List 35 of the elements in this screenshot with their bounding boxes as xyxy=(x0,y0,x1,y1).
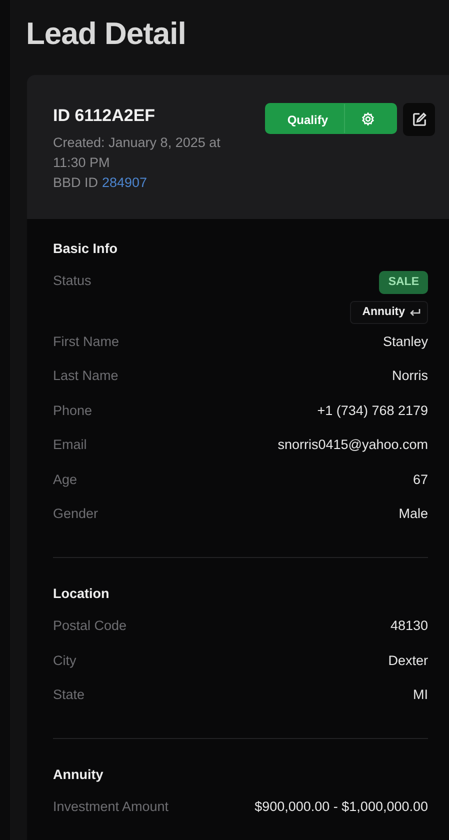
field-value: 48130 xyxy=(390,617,428,635)
qualify-button[interactable]: Qualify xyxy=(265,103,397,134)
field-value: Norris xyxy=(392,367,428,386)
return-icon xyxy=(409,308,421,318)
section-title: Location xyxy=(53,584,110,603)
field-value: MI xyxy=(413,686,428,704)
field-label: Phone xyxy=(53,402,92,420)
field-value: 67 xyxy=(412,470,428,489)
bbd-id-link[interactable]: 284907 xyxy=(102,174,148,190)
field-label: Email xyxy=(53,436,87,454)
field-value: $900,000.00 - $1,000,000.00 xyxy=(254,798,428,816)
section-title: Annuity xyxy=(53,766,104,784)
field-value: snorris0415@yahoo.com xyxy=(278,436,428,454)
field-label: Gender xyxy=(53,505,98,524)
field-label: State xyxy=(53,686,85,704)
field-label: Investment Amount xyxy=(53,798,169,816)
bbd-id-text: BBD ID 284907 xyxy=(53,174,148,192)
page-title: Lead Detail xyxy=(25,15,187,53)
status-badge: SALE xyxy=(379,270,428,294)
field-label: Age xyxy=(53,470,78,489)
edit-icon xyxy=(412,112,426,127)
field-label: Last Name xyxy=(53,367,118,386)
section-title: Basic Info xyxy=(53,240,119,258)
lead-id: ID 6112A2EF xyxy=(53,105,156,127)
field-value: +1 (734) 768 2179 xyxy=(317,402,428,420)
edit-button[interactable] xyxy=(403,103,435,136)
field-value: Dexter xyxy=(388,652,428,670)
product-tag[interactable]: Annuity xyxy=(350,301,428,324)
created-date: Created: January 8, 2025 at 11:30 PM xyxy=(53,134,222,172)
field-label: Postal Code xyxy=(53,617,127,635)
field-value: Stanley xyxy=(382,332,428,351)
field-value: Male xyxy=(398,505,428,524)
field-label: City xyxy=(53,652,76,670)
field-label: Status xyxy=(53,272,92,290)
field-label: First Name xyxy=(53,332,120,351)
